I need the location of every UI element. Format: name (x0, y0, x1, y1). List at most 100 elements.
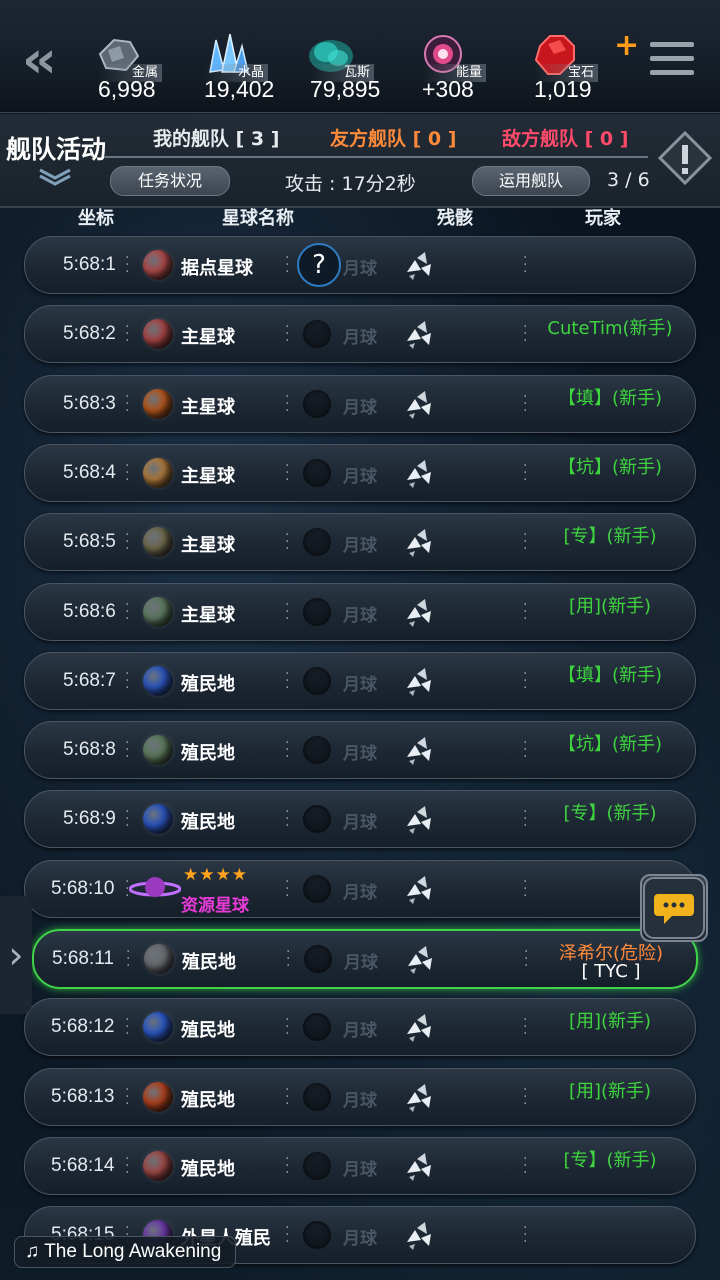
moon-label[interactable]: 月球 (344, 948, 378, 973)
debris-icon[interactable] (403, 527, 435, 557)
menu-icon[interactable] (650, 42, 694, 80)
player-name[interactable]: 【填】(新手) (530, 661, 690, 687)
chevron-down-icon[interactable] (38, 166, 72, 186)
debris-icon[interactable] (403, 1151, 435, 1181)
debris-icon[interactable] (403, 458, 435, 488)
help-icon[interactable]: ? (297, 243, 341, 287)
tab-ally-fleet[interactable]: 友方舰队 [ 0 ] (330, 124, 456, 151)
moon-label[interactable]: 月球 (343, 670, 377, 695)
moon-label[interactable]: 月球 (343, 808, 377, 833)
galaxy-row[interactable]: 5:68:10 · · · ★★★★ 资源星球 · · · 月球 · · · (24, 860, 696, 918)
warning-icon[interactable] (657, 130, 713, 186)
moon-icon[interactable] (303, 805, 331, 833)
planet-icon[interactable] (143, 666, 173, 696)
moon-icon[interactable] (303, 320, 331, 348)
player-name[interactable]: CuteTim(新手) (530, 314, 690, 340)
moon-label[interactable]: 月球 (343, 1016, 377, 1041)
debris-icon[interactable] (403, 319, 435, 349)
row-planet-name[interactable]: 殖民地 (182, 948, 236, 974)
back-button[interactable]: ‹‹ (22, 34, 68, 86)
player-name[interactable]: 【坑】(新手) (530, 730, 690, 756)
galaxy-row[interactable]: 5:68:14 · · · 殖民地 · · · 月球 · · · [专】(新手) (24, 1137, 696, 1195)
debris-icon[interactable] (404, 944, 436, 974)
chat-icon[interactable] (640, 874, 708, 942)
moon-icon[interactable] (303, 1013, 331, 1041)
row-planet-name[interactable]: 殖民地 (181, 1016, 235, 1042)
debris-icon[interactable] (403, 250, 435, 280)
moon-label[interactable]: 月球 (343, 254, 377, 279)
row-planet-name[interactable]: 殖民地 (181, 1086, 235, 1112)
galaxy-row[interactable]: 5:68:9 · · · 殖民地 · · · 月球 · · · [专】(新手) (24, 790, 696, 848)
moon-label[interactable]: 月球 (343, 1086, 377, 1111)
planet-icon[interactable] (143, 597, 173, 627)
galaxy-row[interactable]: 5:68:1 · · · 据点星球 · · ·? 月球 · · · (24, 236, 696, 294)
row-planet-name[interactable]: 主星球 (181, 531, 235, 557)
row-planet-name[interactable]: 殖民地 (181, 808, 235, 834)
planet-icon[interactable] (143, 804, 173, 834)
galaxy-row[interactable]: 5:68:13 · · · 殖民地 · · · 月球 · · · [用](新手) (24, 1068, 696, 1126)
moon-label[interactable]: 月球 (343, 601, 377, 626)
row-planet-name[interactable]: 据点星球 (181, 254, 253, 280)
moon-label[interactable]: 月球 (343, 739, 377, 764)
player-name[interactable]: [用](新手) (530, 592, 690, 618)
moon-icon[interactable] (304, 945, 332, 973)
row-planet-name[interactable]: 殖民地 (181, 1155, 235, 1181)
moon-label[interactable]: 月球 (343, 323, 377, 348)
galaxy-row[interactable]: 5:68:3 · · · 主星球 · · · 月球 · · · 【填】(新手) (24, 375, 696, 433)
planet-icon[interactable] (143, 735, 173, 765)
moon-label[interactable]: 月球 (343, 393, 377, 418)
planet-icon[interactable] (144, 944, 174, 974)
galaxy-row[interactable]: 5:68:11 · · · 殖民地 · · · 月球 · · · 泽希尔(危险)[ TYC ] (32, 929, 698, 989)
row-planet-name[interactable]: 殖民地 (181, 670, 235, 696)
side-expand-button[interactable]: › (0, 896, 32, 1014)
player-name[interactable]: [专】(新手) (530, 522, 690, 548)
debris-icon[interactable] (403, 1220, 435, 1250)
player-name[interactable]: [用](新手) (530, 1007, 690, 1033)
debris-icon[interactable] (403, 804, 435, 834)
mission-status-button[interactable]: 任务状况 (110, 166, 230, 196)
row-planet-name[interactable]: 主星球 (181, 601, 235, 627)
moon-label[interactable]: 月球 (343, 878, 377, 903)
music-player[interactable]: ♫ The Long Awakening (14, 1236, 237, 1268)
galaxy-row[interactable]: 5:68:5 · · · 主星球 · · · 月球 · · · [专】(新手) (24, 513, 696, 571)
player-name[interactable]: 【填】(新手) (530, 384, 690, 410)
moon-label[interactable]: 月球 (343, 531, 377, 556)
planet-icon[interactable] (143, 458, 173, 488)
planet-icon[interactable] (143, 1012, 173, 1042)
moon-label[interactable]: 月球 (343, 1155, 377, 1180)
debris-icon[interactable] (403, 666, 435, 696)
galaxy-row[interactable]: 5:68:6 · · · 主星球 · · · 月球 · · · [用](新手) (24, 583, 696, 641)
moon-icon[interactable] (303, 528, 331, 556)
row-planet-name[interactable]: 殖民地 (181, 739, 235, 765)
player-name[interactable]: [专】(新手) (530, 1146, 690, 1172)
row-planet-name[interactable]: 主星球 (181, 393, 235, 419)
debris-icon[interactable] (403, 597, 435, 627)
planet-icon[interactable] (143, 527, 173, 557)
deploy-fleet-button[interactable]: 运用舰队 (472, 166, 590, 196)
moon-label[interactable]: 月球 (343, 1224, 377, 1249)
moon-icon[interactable] (303, 1083, 331, 1111)
galaxy-row[interactable]: 5:68:12 · · · 殖民地 · · · 月球 · · · [用](新手) (24, 998, 696, 1056)
debris-icon[interactable] (403, 735, 435, 765)
player-name[interactable]: [专】(新手) (530, 799, 690, 825)
moon-label[interactable]: 月球 (343, 462, 377, 487)
moon-icon[interactable] (303, 875, 331, 903)
player-name[interactable]: 【坑】(新手) (530, 453, 690, 479)
galaxy-row[interactable]: 5:68:7 · · · 殖民地 · · · 月球 · · · 【填】(新手) (24, 652, 696, 710)
galaxy-row[interactable]: 5:68:8 · · · 殖民地 · · · 月球 · · · 【坑】(新手) (24, 721, 696, 779)
planet-icon[interactable] (143, 250, 173, 280)
row-planet-name[interactable]: 主星球 (181, 462, 235, 488)
tab-my-fleet[interactable]: 我的舰队 [ 3 ] (153, 124, 279, 151)
galaxy-row[interactable]: 5:68:4 · · · 主星球 · · · 月球 · · · 【坑】(新手) (24, 444, 696, 502)
debris-icon[interactable] (403, 389, 435, 419)
add-gem-button[interactable]: + (614, 31, 639, 61)
galaxy-row[interactable]: 5:68:2 · · · 主星球 · · · 月球 · · · CuteTim(新手) (24, 305, 696, 363)
debris-icon[interactable] (403, 1012, 435, 1042)
planet-icon[interactable] (143, 1082, 173, 1112)
debris-icon[interactable] (403, 1082, 435, 1112)
planet-icon[interactable] (143, 389, 173, 419)
player-name[interactable]: [用](新手) (530, 1077, 690, 1103)
planet-icon[interactable] (143, 319, 173, 349)
moon-icon[interactable] (303, 1152, 331, 1180)
moon-icon[interactable] (303, 390, 331, 418)
